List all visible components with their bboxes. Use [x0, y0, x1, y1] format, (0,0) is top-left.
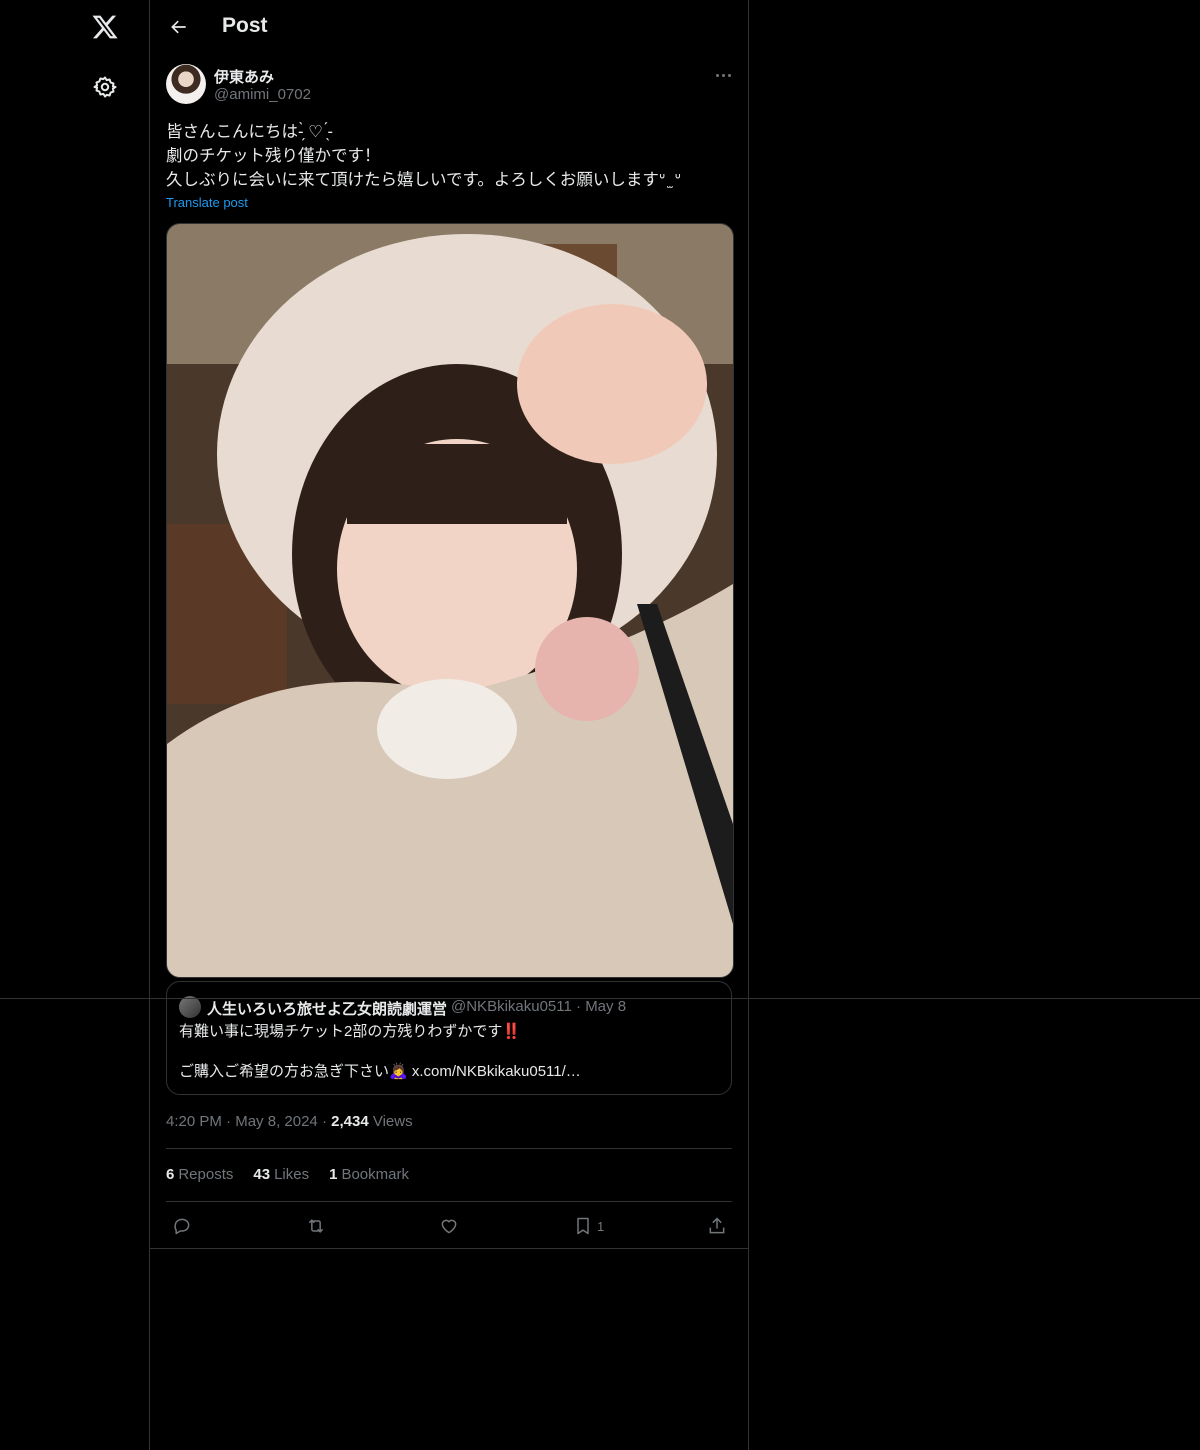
left-navigation — [0, 0, 149, 1450]
share-icon[interactable] — [707, 1212, 737, 1240]
gear-icon[interactable] — [82, 64, 128, 110]
divider — [150, 1248, 748, 1249]
bookmarks-stat[interactable]: 1 Bookmark — [329, 1166, 409, 1183]
bookmark-button[interactable]: 1 — [573, 1212, 613, 1240]
avatar[interactable] — [166, 64, 206, 104]
arrow-left-icon[interactable] — [162, 10, 196, 44]
bookmark-icon — [577, 1217, 589, 1235]
quoted-handle: @NKBkikaku0511 — [451, 998, 572, 1015]
views-label: Views — [372, 1113, 413, 1130]
quoted-avatar — [179, 996, 201, 1018]
author-handle[interactable]: @amimi_0702 — [214, 86, 311, 103]
quoted-text: 有難い事に現場チケット2部の方残りわずかです‼️ ご購入ご希望の方お急ぎ下さい🙇‍… — [179, 1022, 719, 1082]
post-photo[interactable] — [166, 223, 734, 978]
divider — [166, 1148, 732, 1149]
quoted-line-1: 有難い事に現場チケット2部の方残りわずかです — [179, 1023, 503, 1040]
post-meta: 4:20 PM · May 8, 2024 · 2,434 Views — [166, 1113, 413, 1130]
views-count: 2,434 — [331, 1113, 369, 1130]
reposts-stat[interactable]: 6 Reposts — [166, 1166, 233, 1183]
post-text: 皆さんこんにちは-̗̀ ♡ ̖́- 劇のチケット残り僅かです！ 久しぶりに会いに… — [166, 123, 681, 189]
post-time[interactable]: 4:20 PM — [166, 1113, 222, 1130]
quoted-author-meta: @NKBkikaku0511 · May 8 — [451, 998, 627, 1015]
horizontal-rule — [0, 998, 1200, 999]
post-stats: 6 Reposts 43 Likes 1 Bookmark — [166, 1166, 409, 1183]
divider — [166, 1201, 732, 1202]
more-horizontal-icon[interactable] — [706, 62, 740, 88]
x-logo-icon[interactable] — [82, 4, 128, 50]
translate-post-link[interactable]: Translate post — [166, 195, 248, 210]
quoted-date: May 8 — [585, 998, 627, 1015]
heart-icon[interactable] — [439, 1212, 469, 1240]
action-bar: 1 — [150, 1212, 748, 1240]
repost-icon[interactable] — [305, 1212, 335, 1240]
likes-stat[interactable]: 43 Likes — [253, 1166, 309, 1183]
author-display-name[interactable]: 伊東あみ — [214, 66, 274, 87]
double-exclamation-icon: ‼️ — [502, 1023, 522, 1040]
page-header: Post — [150, 0, 748, 53]
quoted-line-2: ご購入ご希望の方お急ぎ下さい🙇‍♀️ x.com/NKBkikaku0511/… — [179, 1063, 581, 1080]
main-column: Post 伊東あみ @amimi_0702 皆さんこんにちは-̗̀ ♡ ̖́- … — [149, 0, 749, 1450]
bookmark-count: 1 — [597, 1218, 605, 1234]
page-title: Post — [222, 14, 268, 37]
reply-icon[interactable] — [172, 1212, 202, 1240]
quoted-author-name: 人生いろいろ旅せよ乙女朗読劇運営 — [207, 1001, 448, 1018]
post-date[interactable]: May 8, 2024 — [235, 1113, 318, 1130]
